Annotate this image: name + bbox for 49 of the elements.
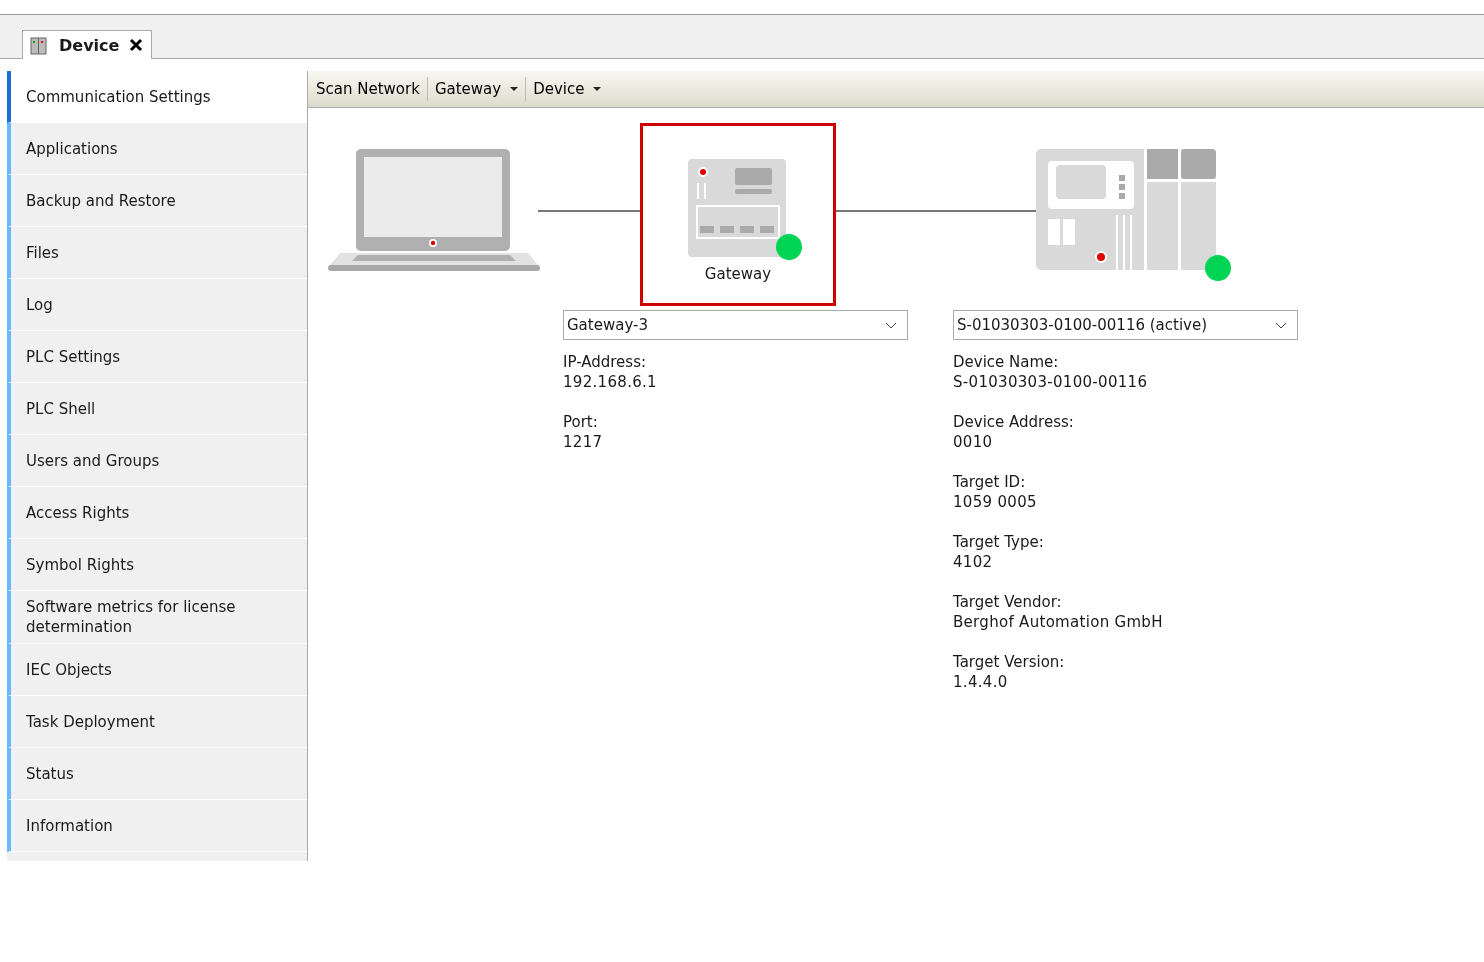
field-label: Device Name:: [953, 352, 1060, 372]
toolbar-button[interactable]: Gateway: [428, 76, 525, 102]
sidebar-item[interactable]: Symbol Rights: [7, 539, 307, 591]
sidebar-item[interactable]: Access Rights: [7, 487, 307, 539]
toolbar-button[interactable]: Scan Network: [310, 76, 426, 102]
sidebar-item[interactable]: Task Deployment: [7, 696, 307, 748]
field-value: 1217: [563, 432, 604, 452]
sidebar-item[interactable]: Log: [7, 279, 307, 331]
sidebar-item[interactable]: IEC Objects: [7, 644, 307, 696]
gateway-node[interactable]: Gateway: [640, 123, 836, 306]
toolbar-button[interactable]: Device: [527, 76, 608, 102]
chevron-down-icon: [885, 321, 897, 329]
close-icon[interactable]: [129, 38, 144, 52]
field-label: Target ID:: [953, 472, 1027, 492]
sidebar-item[interactable]: Communication Settings: [7, 71, 307, 123]
sidebar-item[interactable]: PLC Settings: [7, 331, 307, 383]
gateway-dropdown[interactable]: Gateway-3: [563, 310, 908, 340]
gateway-device-icon: [688, 159, 788, 257]
field-label: Device Address:: [953, 412, 1075, 432]
chevron-down-icon: [1275, 321, 1287, 329]
sidebar-item[interactable]: Applications: [7, 123, 307, 175]
field-value: Berghof Automation GmbH: [953, 612, 1164, 632]
sidebar-item[interactable]: Backup and Restore: [7, 175, 307, 227]
tab-title: Device: [59, 35, 120, 55]
field-label: Target Type:: [953, 532, 1045, 552]
sidebar-item[interactable]: Information: [7, 800, 307, 852]
laptop-icon: [328, 149, 540, 273]
sidebar-item[interactable]: PLC Shell: [7, 383, 307, 435]
sidebar-item[interactable]: Files: [7, 227, 307, 279]
field-label: IP-Address:: [563, 352, 647, 372]
sidebar-item[interactable]: Status: [7, 748, 307, 800]
field-value: S-01030303-0100-00116: [953, 372, 1149, 392]
field-value: 1059 0005: [953, 492, 1038, 512]
device-dropdown[interactable]: S-01030303-0100-00116 (active): [953, 310, 1298, 340]
editor-tab[interactable]: Device: [22, 30, 153, 59]
field-label: Port:: [563, 412, 599, 432]
field-value: 192.168.6.1: [563, 372, 658, 392]
field-value: 1.4.4.0: [953, 672, 1009, 692]
caret-icon: [510, 86, 519, 92]
sidebar-item[interactable]: Users and Groups: [7, 435, 307, 487]
field-value: 4102: [953, 552, 994, 572]
device-icon: [29, 35, 49, 55]
field-label: Target Vendor:: [953, 592, 1063, 612]
caret-icon: [593, 86, 602, 92]
node-label: Gateway: [704, 265, 772, 283]
field-label: Target Version:: [953, 652, 1066, 672]
field-value: 0010: [953, 432, 994, 452]
sidebar-item[interactable]: Software metrics for license determination: [7, 591, 307, 644]
controller-device-icon: [1036, 149, 1218, 270]
